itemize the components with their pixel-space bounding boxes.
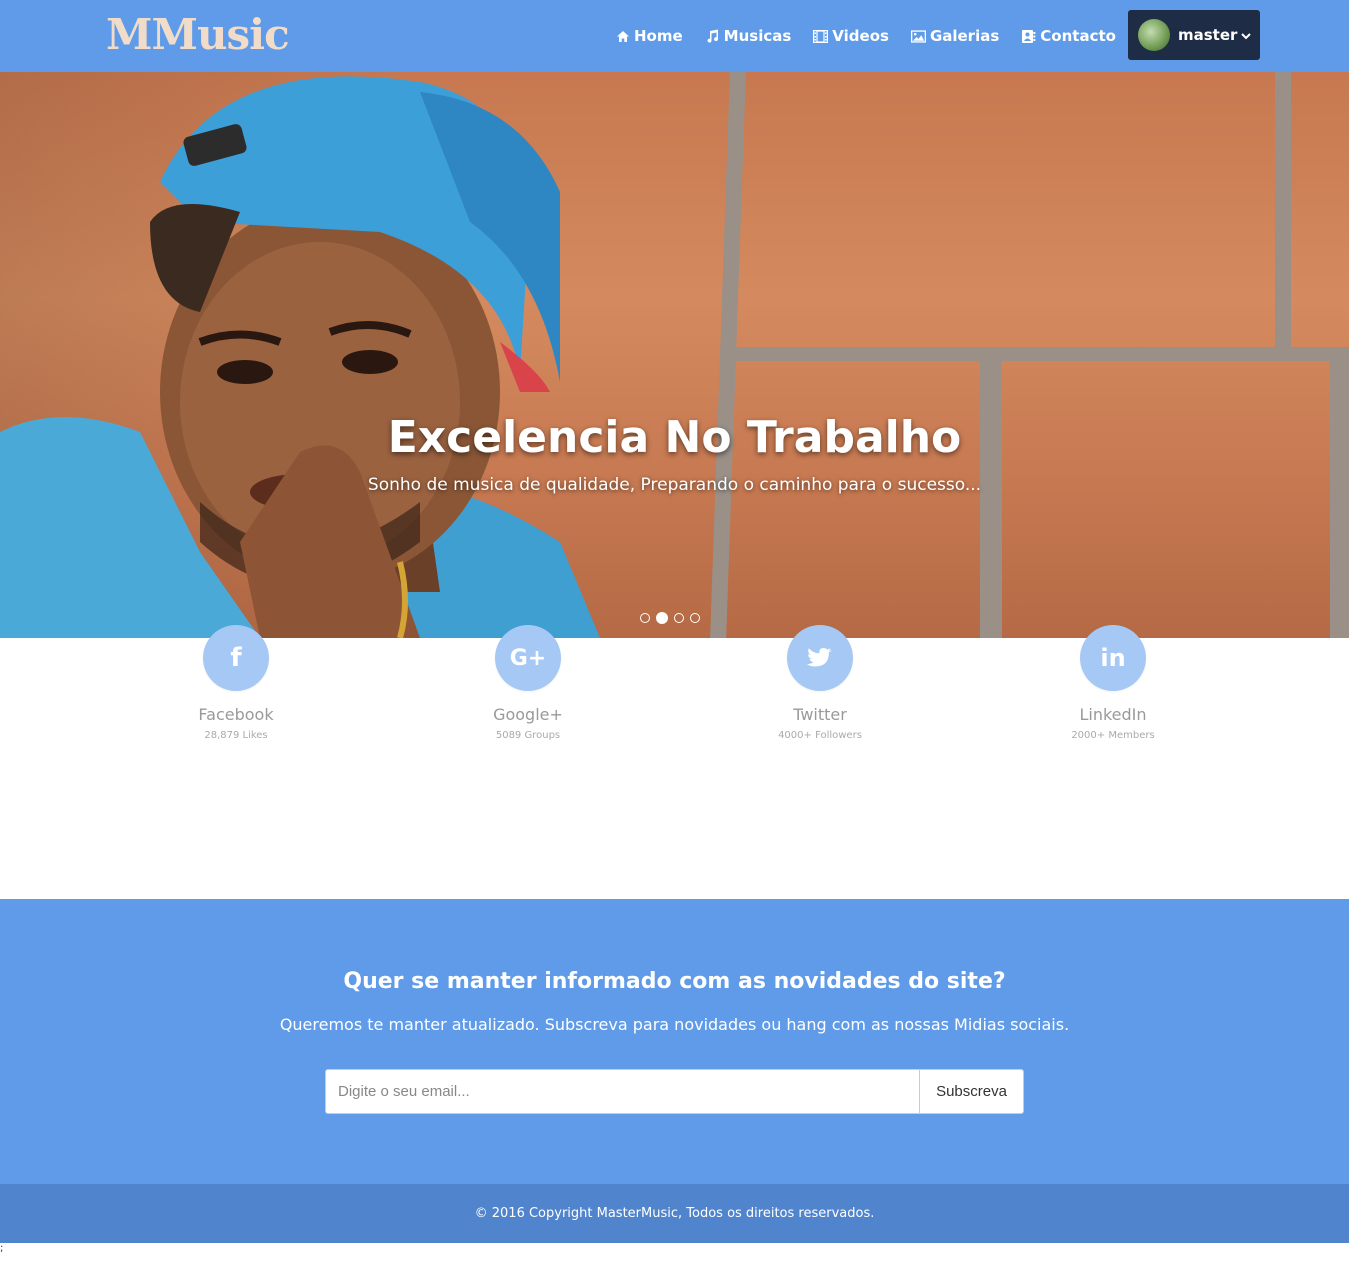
nav-item-galerias[interactable]: Galerias [910,27,1000,45]
social-count: 2000+ Members [1071,730,1155,741]
twitter-icon[interactable] [787,625,853,691]
carousel-dot[interactable] [690,613,700,623]
nav-item-contacto[interactable]: Contacto [1021,27,1116,45]
brand-logo[interactable]: MMusic [106,10,290,59]
social-facebook: f Facebook 28,879 Likes [136,625,336,741]
social-count: 28,879 Likes [204,730,268,741]
chevron-down-icon [1241,26,1252,44]
footer: © 2016 Copyright MasterMusic, Todos os d… [0,1184,1349,1243]
avatar [1138,19,1170,51]
contact-icon [1021,29,1036,43]
social-google-plus: G+ Google+ 5089 Groups [428,625,628,741]
brick-mortar [1330,361,1349,638]
film-icon [813,29,829,43]
carousel-indicators [640,612,706,624]
newsletter-text: Queremos te manter atualizado. Subscreva… [279,1015,1070,1034]
linkedin-icon[interactable]: in [1080,625,1146,691]
social-name: LinkedIn [1079,705,1147,724]
google-plus-icon[interactable]: G+ [495,625,561,691]
social-count: 4000+ Followers [778,730,862,741]
main-nav: Home Musicas Videos Galerias Contacto [615,0,1138,72]
hero-subtitle: Sonho de musica de qualidade, Preparando… [367,475,982,495]
carousel-dot[interactable] [674,613,684,623]
brick-mortar [736,347,1349,361]
newsletter-section: Quer se manter informado com as novidade… [0,899,1349,1184]
hero-carousel[interactable]: Excelencia No Trabalho Sonho de musica d… [0,72,1349,638]
social-name: Facebook [198,705,274,724]
newsletter-title: Quer se manter informado com as novidade… [343,969,1006,994]
brick-mortar [1275,72,1291,347]
nav-item-home[interactable]: Home [615,27,683,45]
hero-title: Excelencia No Trabalho [387,412,962,463]
subscribe-button[interactable]: Subscreva [919,1069,1024,1114]
social-section: f Facebook 28,879 Likes G+ Google+ 5089 … [0,625,1349,765]
facebook-icon[interactable]: f [203,625,269,691]
navbar: MMusic Home Musicas Videos Galerias Cont… [0,0,1349,72]
social-linkedin: in LinkedIn 2000+ Members [1013,625,1213,741]
nav-label: Home [634,27,683,45]
brick-mortar [980,361,1002,638]
hero-photo-person [0,76,600,638]
nav-label: Videos [832,27,889,45]
social-twitter: Twitter 4000+ Followers [720,625,920,741]
nav-label: Musicas [723,27,792,45]
home-icon [615,29,630,43]
nav-item-videos[interactable]: Videos [813,27,889,45]
stray-text: ; [0,1243,4,1254]
username: master [1178,26,1238,44]
social-count: 5089 Groups [495,730,561,741]
user-menu-button[interactable]: master [1128,10,1260,60]
nav-label: Contacto [1040,27,1116,45]
social-name: Twitter [793,705,847,724]
social-name: Google+ [493,705,563,724]
copyright-text: © 2016 Copyright MasterMusic, Todos os d… [474,1206,875,1221]
nav-item-musicas[interactable]: Musicas [705,27,792,45]
music-icon [705,29,720,43]
image-icon [910,29,926,43]
nav-label: Galerias [929,27,1000,45]
email-input[interactable] [325,1069,920,1114]
carousel-dot[interactable] [640,613,650,623]
carousel-dot-active[interactable] [656,612,668,624]
